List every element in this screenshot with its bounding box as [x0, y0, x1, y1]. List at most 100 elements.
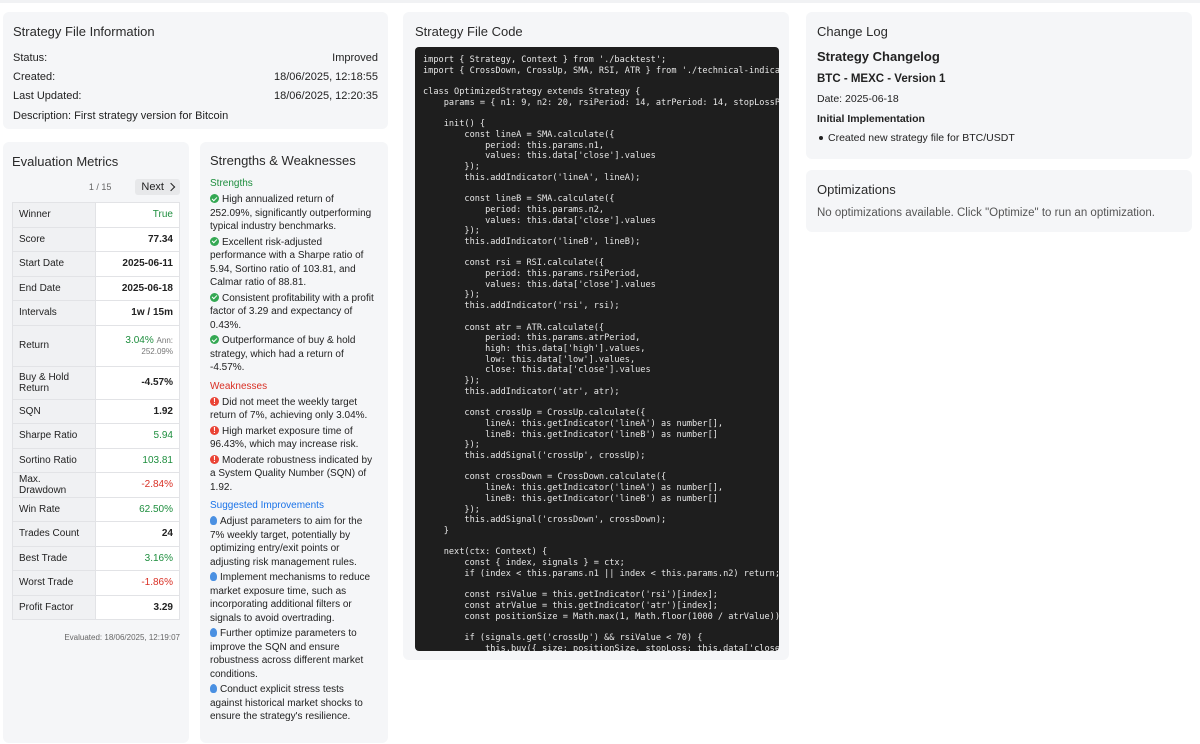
- code-content[interactable]: import { Strategy, Context } from './bac…: [415, 47, 779, 651]
- weakness-item: High market exposure time of 96.43%, whi…: [210, 424, 378, 452]
- metric-label: End Date: [12, 275, 96, 301]
- metric-row-sharpe: Sharpe Ratio 5.94: [12, 423, 180, 449]
- ann-label: Ann:: [156, 335, 173, 345]
- improvement-item: Implement mechanisms to reduce market ex…: [210, 571, 378, 625]
- metric-label: Profit Factor: [12, 594, 96, 620]
- metric-row-score: Score 77.34: [12, 226, 180, 252]
- metrics-pager: 1 / 15 Next: [12, 178, 180, 196]
- lightbulb-icon: [210, 628, 217, 637]
- changelog-item: Created new strategy file for BTC/USDT: [817, 132, 1181, 144]
- metric-value: 62.50%: [95, 496, 180, 522]
- metric-value: 2025-06-11: [95, 251, 180, 277]
- metric-row-return: Return 3.04% Ann: 252.09%: [12, 324, 180, 367]
- check-circle-icon: [210, 335, 219, 344]
- metric-label: SQN: [12, 398, 96, 424]
- improvement-text: Conduct explicit stress tests against hi…: [210, 684, 363, 722]
- evaluated-timestamp: Evaluated: 18/06/2025, 12:19:07: [64, 633, 180, 642]
- metric-value: -1.86%: [95, 570, 180, 596]
- weaknesses-heading: Weaknesses: [210, 380, 268, 392]
- strategy-code-card: Strategy File Code import { Strategy, Co…: [403, 12, 789, 660]
- strategy-file-info-card: Strategy File Information Status: Improv…: [3, 12, 388, 129]
- next-button-label: Next: [141, 181, 164, 193]
- metric-value: 3.29: [95, 594, 180, 620]
- weakness-item: Moderate robustness indicated by a Syste…: [210, 453, 378, 495]
- metric-label: Score: [12, 226, 96, 252]
- changelog-section: Initial Implementation: [817, 113, 925, 125]
- metric-label: Trades Count: [12, 521, 96, 547]
- optimizations-title: Optimizations: [817, 182, 896, 197]
- lightbulb-icon: [210, 572, 217, 581]
- metric-row-winner: Winner True: [12, 202, 180, 228]
- ann-value: 252.09%: [141, 346, 173, 356]
- optimizations-card: Optimizations No optimizations available…: [806, 170, 1192, 232]
- info-row-last-updated: Last Updated: 18/06/2025, 12:20:35: [13, 87, 378, 106]
- metric-value: -4.57%: [95, 365, 180, 400]
- info-description: Description: First strategy version for …: [13, 110, 229, 122]
- metric-value: 24: [95, 521, 180, 547]
- changelog-date: Date: 2025-06-18: [817, 93, 899, 105]
- sw-title: Strengths & Weaknesses: [210, 153, 356, 168]
- metric-label: Best Trade: [12, 545, 96, 571]
- check-circle-icon: [210, 194, 219, 203]
- lightbulb-icon: [210, 516, 217, 525]
- weakness-item: Did not meet the weekly target return of…: [210, 395, 378, 423]
- improvement-item: Further optimize parameters to improve t…: [210, 627, 378, 681]
- change-log-card: Change Log Strategy Changelog BTC - MEXC…: [806, 12, 1192, 159]
- metric-label: Buy & Hold Return: [12, 365, 96, 400]
- metric-value: 1w / 15m: [95, 300, 180, 326]
- metric-row-sqn: SQN 1.92: [12, 398, 180, 424]
- strength-text: Excellent risk-adjusted performance with…: [210, 236, 364, 289]
- metric-row-best-trade: Best Trade 3.16%: [12, 545, 180, 571]
- metric-row-trades-count: Trades Count 24: [12, 521, 180, 547]
- return-value: 3.04%: [125, 334, 154, 346]
- improvements-heading: Suggested Improvements: [210, 500, 324, 511]
- info-row-status: Status: Improved: [13, 49, 378, 68]
- strength-text: Outperformance of buy & hold strategy, w…: [210, 335, 356, 373]
- file-info-title: Strategy File Information: [13, 24, 155, 39]
- metric-label: Intervals: [12, 300, 96, 326]
- improvement-text: Further optimize parameters to improve t…: [210, 628, 364, 680]
- strength-item: High annualized return of 252.09%, signi…: [210, 193, 378, 234]
- metric-label: Worst Trade: [12, 570, 96, 596]
- metric-row-sortino: Sortino Ratio 103.81: [12, 447, 180, 473]
- code-viewer[interactable]: import { Strategy, Context } from './bac…: [415, 47, 779, 651]
- check-circle-icon: [210, 236, 219, 246]
- alert-circle-icon: [210, 453, 219, 466]
- metric-label: Return: [12, 324, 96, 367]
- metric-value: 5.94: [95, 423, 180, 449]
- improvement-item: Adjust parameters to aim for the 7% week…: [210, 515, 378, 569]
- strength-item: Excellent risk-adjusted performance with…: [210, 236, 378, 290]
- improvement-item: Conduct explicit stress tests against hi…: [210, 683, 378, 724]
- info-value: Improved: [332, 52, 378, 64]
- weakness-text: High market exposure time of 96.43%, whi…: [210, 425, 359, 451]
- weakness-text: Did not meet the weekly target return of…: [210, 396, 368, 422]
- metric-row-win-rate: Win Rate 62.50%: [12, 496, 180, 522]
- metric-value: 103.81: [95, 447, 180, 473]
- metric-value-return: 3.04% Ann: 252.09%: [95, 324, 180, 367]
- metrics-title: Evaluation Metrics: [12, 154, 119, 169]
- metric-row-worst-trade: Worst Trade -1.86%: [12, 570, 180, 596]
- metric-label: Start Date: [12, 251, 96, 277]
- metric-label: Max. Drawdown: [12, 472, 96, 498]
- top-divider: [0, 0, 1200, 3]
- optimizations-empty-text: No optimizations available. Click "Optim…: [817, 207, 1155, 219]
- info-label: Status:: [13, 52, 48, 64]
- metric-row-start-date: Start Date 2025-06-11: [12, 251, 180, 277]
- metric-value: -2.84%: [95, 472, 180, 498]
- strength-item: Outperformance of buy & hold strategy, w…: [210, 334, 378, 375]
- metric-label: Winner: [12, 202, 96, 228]
- improvement-text: Adjust parameters to aim for the 7% week…: [210, 516, 363, 568]
- changelog-heading: Strategy Changelog: [817, 49, 940, 64]
- metric-value: 3.16%: [95, 545, 180, 571]
- strengths-heading: Strengths: [210, 178, 253, 189]
- alert-circle-icon: [210, 395, 219, 408]
- evaluation-metrics-card: Evaluation Metrics 1 / 15 Next Winner Tru…: [3, 142, 189, 743]
- metric-value: 1.92: [95, 398, 180, 424]
- chevron-right-icon: [166, 182, 176, 192]
- metric-row-profit-factor: Profit Factor 3.29: [12, 594, 180, 620]
- metric-label: Sharpe Ratio: [12, 423, 96, 449]
- metric-row-intervals: Intervals 1w / 15m: [12, 300, 180, 326]
- info-value: 18/06/2025, 12:18:55: [274, 71, 378, 83]
- next-button[interactable]: Next: [135, 179, 180, 195]
- info-value: 18/06/2025, 12:20:35: [274, 90, 378, 102]
